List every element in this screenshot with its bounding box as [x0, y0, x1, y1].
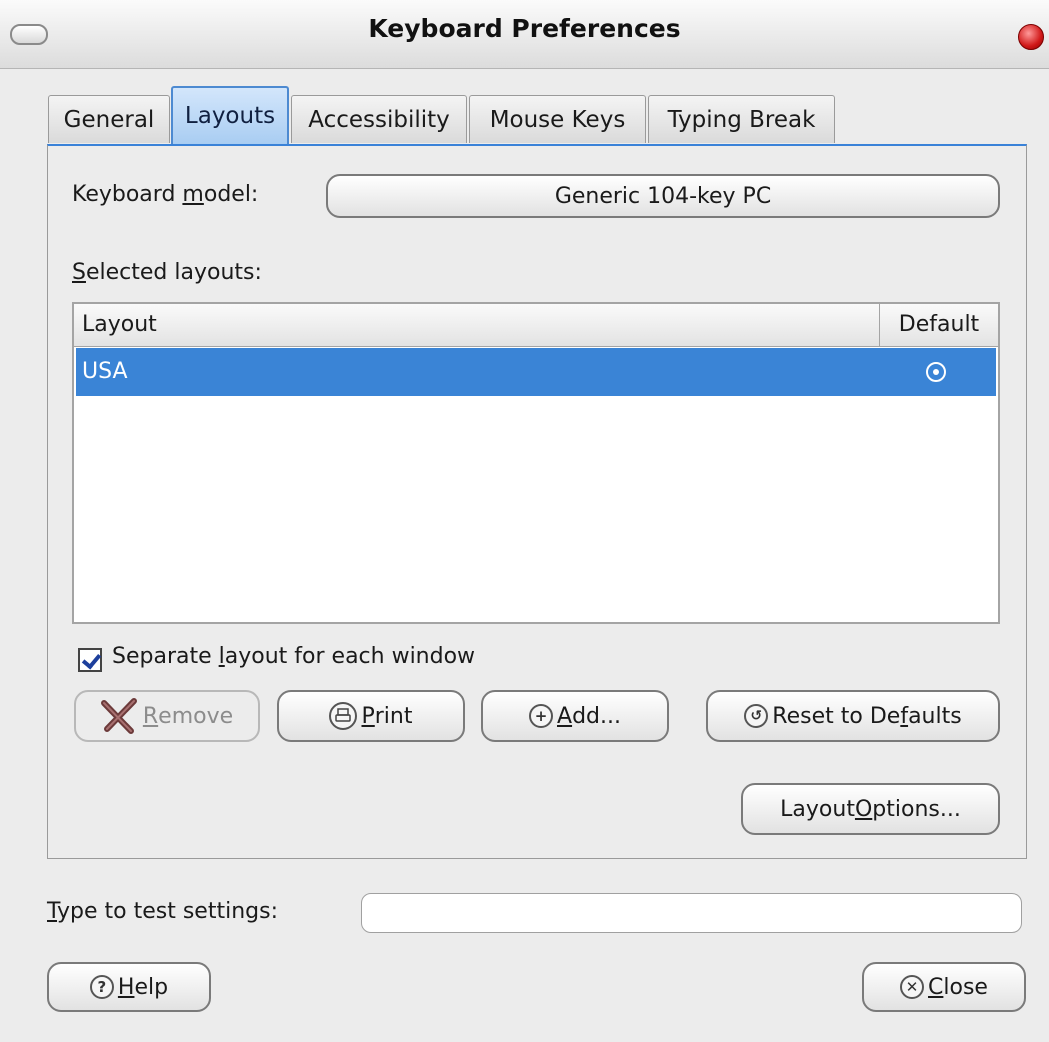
tab-label: Mouse Keys: [489, 106, 626, 133]
layout-options-button[interactable]: Layout Options...: [741, 783, 1000, 835]
close-x-icon: ✕: [900, 975, 925, 999]
selected-layouts-label: Selected layouts:: [72, 260, 262, 285]
default-radio-icon[interactable]: [926, 362, 946, 382]
revert-icon: ↺: [744, 704, 769, 728]
column-header-layout[interactable]: Layout: [74, 304, 880, 346]
remove-button[interactable]: Remove: [74, 690, 260, 742]
tab-layouts[interactable]: Layouts: [171, 86, 289, 144]
tab-label: Typing Break: [667, 106, 816, 133]
test-settings-label: Type to test settings:: [47, 899, 278, 924]
printer-icon: [329, 702, 358, 730]
print-button[interactable]: Print: [277, 690, 465, 742]
question-icon: ?: [89, 975, 114, 999]
add-button[interactable]: + Add...: [481, 690, 669, 742]
separate-layout-label: Separate layout for each window: [112, 644, 476, 669]
tab-label: General: [63, 106, 155, 133]
test-settings-input[interactable]: [361, 893, 1022, 933]
keyboard-model-button[interactable]: Generic 104-key PC: [326, 174, 1000, 218]
tab-label: Accessibility: [308, 106, 450, 133]
tab-general[interactable]: General: [48, 95, 170, 143]
separate-layout-checkbox[interactable]: [78, 648, 102, 672]
x-cross-icon: [100, 698, 137, 734]
tab-typing-break[interactable]: Typing Break: [648, 95, 835, 143]
tab-label: Layouts: [184, 103, 276, 129]
keyboard-model-label: Keyboard model:: [72, 182, 259, 207]
table-row[interactable]: USA: [76, 348, 996, 396]
layouts-list[interactable]: Layout Default USA: [72, 302, 1000, 624]
keyboard-model-value: Generic 104-key PC: [554, 183, 772, 209]
title-bar: Keyboard Preferences: [0, 0, 1049, 69]
list-header: Layout Default: [74, 304, 998, 347]
plus-icon: +: [529, 704, 553, 728]
help-button[interactable]: ? Help: [47, 962, 211, 1012]
window-title: Keyboard Preferences: [368, 14, 681, 43]
column-header-default[interactable]: Default: [880, 304, 998, 346]
tab-accessibility[interactable]: Accessibility: [291, 95, 467, 143]
close-button[interactable]: ✕ Close: [862, 962, 1026, 1012]
window-close-button[interactable]: [1018, 24, 1044, 50]
tab-mouse-keys[interactable]: Mouse Keys: [469, 95, 646, 143]
layout-name-cell: USA: [82, 359, 128, 384]
reset-to-defaults-button[interactable]: ↺ Reset to De f aults: [706, 690, 1000, 742]
